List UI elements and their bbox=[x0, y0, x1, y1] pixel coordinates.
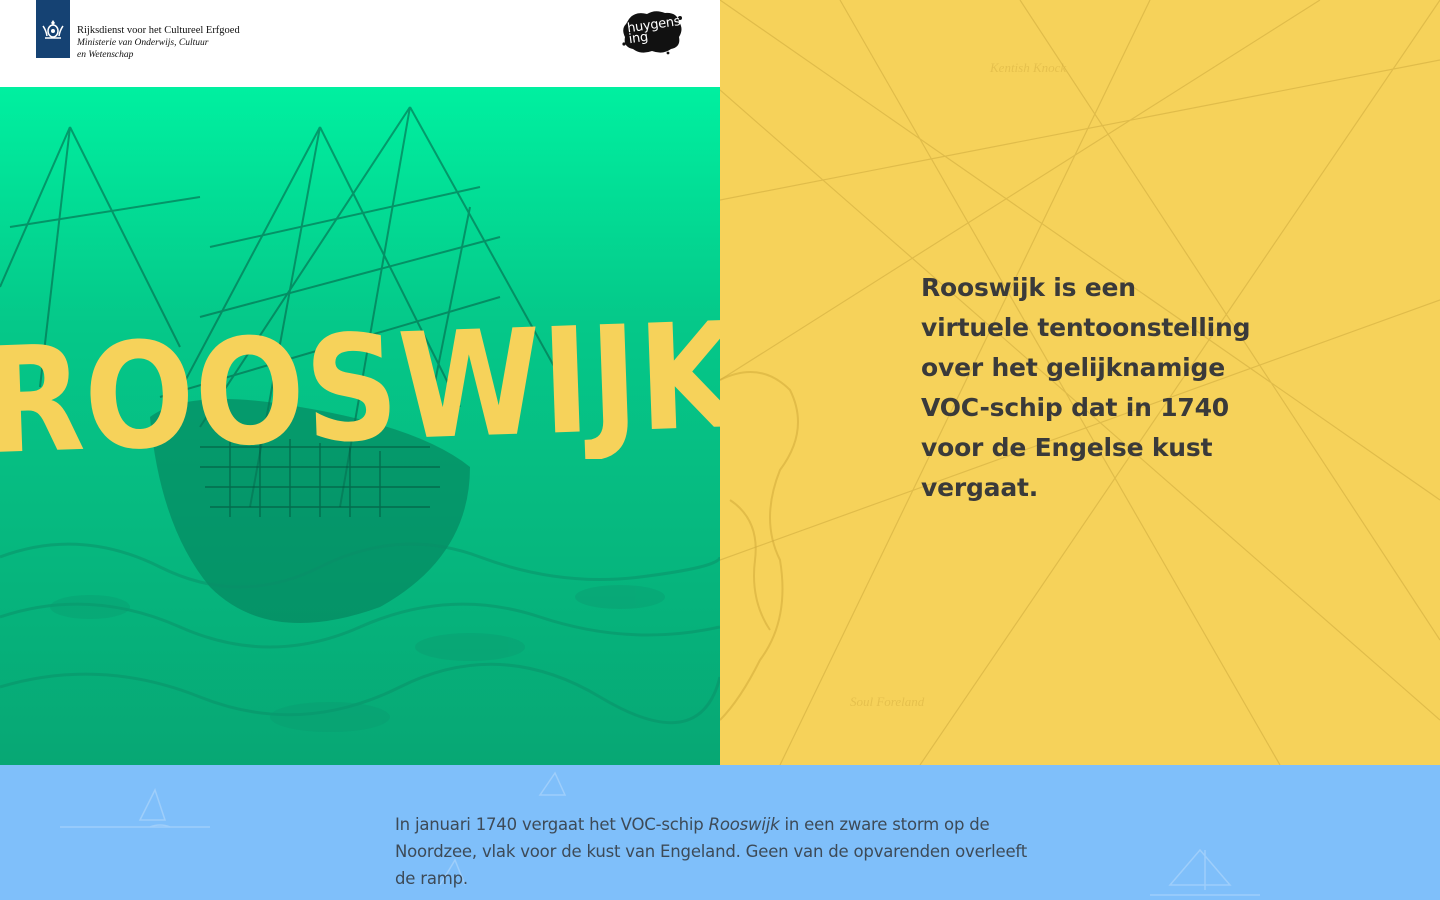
site-header: Rijksdienst voor het Cultureel Erfgoed M… bbox=[0, 0, 720, 87]
story-text-before: In januari 1740 vergaat het VOC-schip bbox=[395, 815, 709, 834]
rijksdienst-logo-link[interactable]: Rijksdienst voor het Cultureel Erfgoed M… bbox=[36, 0, 240, 61]
ministerie-name: Ministerie van Onderwijs, Cultuur en Wet… bbox=[77, 38, 209, 60]
intro-section: Kentish Knock Soul Foreland Rooswijk is … bbox=[720, 0, 1440, 765]
hero-title-text: ROOSWIJK bbox=[0, 309, 720, 459]
story-section: In januari 1740 vergaat het VOC-schip Ro… bbox=[0, 765, 1440, 900]
hero-section: ROOSWIJK bbox=[0, 87, 720, 765]
story-ship-name: Rooswijk bbox=[708, 815, 780, 834]
map-label-kentish-knock: Kentish Knock bbox=[989, 60, 1066, 75]
rijkswapen-icon bbox=[36, 0, 70, 58]
rijksdienst-name: Rijksdienst voor het Cultureel Erfgoed bbox=[77, 25, 240, 36]
hero-title: ROOSWIJK bbox=[0, 309, 720, 459]
rijksdienst-logo-text: Rijksdienst voor het Cultureel Erfgoed M… bbox=[77, 0, 240, 61]
story-paragraph: In januari 1740 vergaat het VOC-schip Ro… bbox=[395, 811, 1045, 892]
huygens-logo-line2: ing bbox=[627, 29, 649, 48]
intro-paragraph: Rooswijk is een virtuele tentoonstelling… bbox=[921, 273, 1251, 502]
huygens-logo-text: huygens ing bbox=[618, 5, 686, 59]
map-label-south-foreland: Soul Foreland bbox=[850, 694, 925, 709]
huygens-ing-logo-link[interactable]: huygens ing bbox=[621, 9, 683, 55]
